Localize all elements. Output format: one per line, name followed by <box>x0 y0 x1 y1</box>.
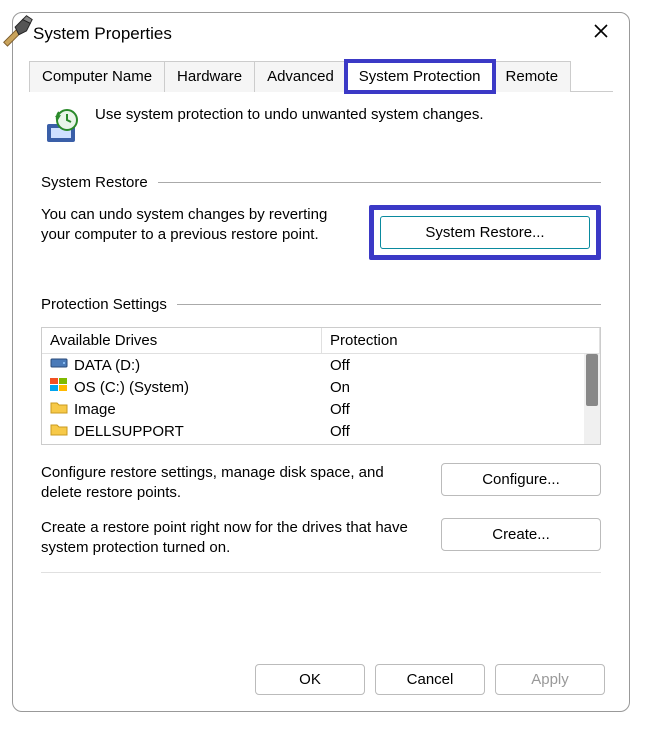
drive-row[interactable]: OS (C:) (System) On <box>42 376 600 398</box>
drive-name: Image <box>74 401 116 418</box>
window-title: System Properties <box>33 24 172 44</box>
drive-icon <box>50 355 68 375</box>
configure-button[interactable]: Configure... <box>441 463 601 496</box>
create-button[interactable]: Create... <box>441 518 601 551</box>
drive-protection: Off <box>322 422 600 441</box>
col-protection[interactable]: Protection <box>322 328 600 353</box>
drives-header: Available Drives Protection <box>42 328 600 354</box>
drive-row[interactable]: Image Off <box>42 398 600 420</box>
drive-icon <box>50 421 68 441</box>
tab-system-protection[interactable]: System Protection <box>346 61 494 92</box>
col-available-drives[interactable]: Available Drives <box>42 328 322 353</box>
titlebar: System Properties <box>13 13 629 54</box>
section-restore-label: System Restore <box>41 174 148 191</box>
drives-listview[interactable]: Available Drives Protection DATA (D:) Off… <box>41 327 601 445</box>
info-text: Use system protection to undo unwanted s… <box>95 106 484 123</box>
create-description: Create a restore point right now for the… <box>41 518 423 559</box>
restore-shield-icon <box>41 106 81 146</box>
tab-computer-name[interactable]: Computer Name <box>29 61 165 92</box>
drive-name: DATA (D:) <box>74 357 140 374</box>
tab-remote[interactable]: Remote <box>493 61 572 92</box>
drive-protection: Off <box>322 356 600 375</box>
section-protection-settings: Protection Settings <box>41 296 601 313</box>
system-restore-button[interactable]: System Restore... <box>380 216 590 249</box>
drive-protection: Off <box>322 400 600 419</box>
close-icon[interactable] <box>587 21 615 46</box>
system-properties-window: System Properties Computer Name Hardware… <box>12 12 630 712</box>
tab-advanced[interactable]: Advanced <box>254 61 347 92</box>
section-system-restore: System Restore <box>41 174 601 191</box>
restore-highlight: System Restore... <box>369 205 601 260</box>
ok-button[interactable]: OK <box>255 664 365 695</box>
tab-hardware[interactable]: Hardware <box>164 61 255 92</box>
scrollbar[interactable] <box>584 354 600 444</box>
tabs: Computer Name Hardware Advanced System P… <box>29 60 613 92</box>
drive-name: DELLSUPPORT <box>74 423 184 440</box>
configure-description: Configure restore settings, manage disk … <box>41 463 423 504</box>
drive-icon <box>50 377 68 397</box>
drive-name: OS (C:) (System) <box>74 379 189 396</box>
panel: Use system protection to undo unwanted s… <box>13 92 629 581</box>
drive-row[interactable]: DELLSUPPORT Off <box>42 420 600 442</box>
cancel-button[interactable]: Cancel <box>375 664 485 695</box>
scrollbar-thumb[interactable] <box>586 354 598 406</box>
apply-button[interactable]: Apply <box>495 664 605 695</box>
drive-row[interactable]: DATA (D:) Off <box>42 354 600 376</box>
drive-icon <box>50 399 68 419</box>
dialog-buttons: OK Cancel Apply <box>255 664 605 695</box>
drive-protection: On <box>322 378 600 397</box>
section-protection-label: Protection Settings <box>41 296 167 313</box>
restore-description: You can undo system changes by reverting… <box>41 205 357 246</box>
